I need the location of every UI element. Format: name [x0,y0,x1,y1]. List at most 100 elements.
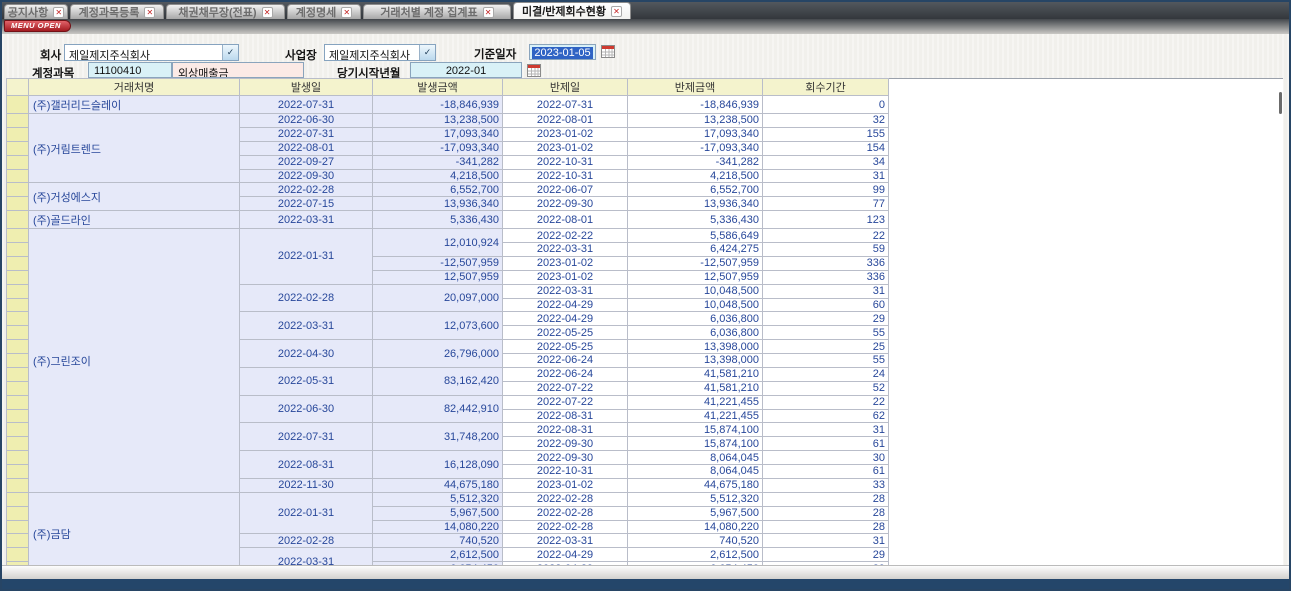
row-selector[interactable] [7,114,29,128]
occurrence-amount-cell[interactable]: -17,093,340 [373,141,503,155]
occurrence-date-cell[interactable]: 2022-01-31 [240,492,373,534]
tab-account-detail[interactable]: 계정명세 ✕ [287,4,361,19]
customer-name-cell[interactable]: (주)골드라인 [29,211,240,229]
collection-days-cell[interactable]: 33 [763,478,889,492]
occurrence-date-cell[interactable]: 2022-06-30 [240,114,373,128]
settlement-date-cell[interactable]: 2023-01-02 [503,256,628,270]
start-month-input[interactable]: 2022-01 [410,62,522,78]
row-selector[interactable] [7,520,29,534]
settlement-amount-cell[interactable]: 8,064,045 [628,451,763,465]
row-selector[interactable] [7,409,29,423]
tab-settlement-status[interactable]: 미결/반제회수현황 ✕ [513,2,631,19]
collection-days-cell[interactable]: 29 [763,548,889,562]
occurrence-date-cell[interactable]: 2022-08-31 [240,451,373,479]
occurrence-date-cell[interactable]: 2022-07-31 [240,127,373,141]
row-selector[interactable] [7,354,29,368]
base-date-input[interactable]: 2023-01-05 [529,44,596,60]
row-selector[interactable] [7,451,29,465]
customer-name-cell[interactable]: (주)금담 [29,492,240,575]
settlement-amount-cell[interactable]: 15,874,100 [628,437,763,451]
collection-days-cell[interactable]: 52 [763,381,889,395]
settlement-amount-cell[interactable]: 2,612,500 [628,548,763,562]
settlement-date-cell[interactable]: 2022-04-29 [503,548,628,562]
settlement-amount-cell[interactable]: 740,520 [628,534,763,548]
occurrence-amount-cell[interactable]: 5,336,430 [373,211,503,229]
occurrence-amount-cell[interactable]: -18,846,939 [373,96,503,114]
settlement-amount-cell[interactable]: 41,581,210 [628,367,763,381]
settlement-amount-cell[interactable]: 13,398,000 [628,340,763,354]
settlement-amount-cell[interactable]: 6,036,800 [628,312,763,326]
collection-days-cell[interactable]: 123 [763,211,889,229]
tab-close-icon[interactable]: ✕ [262,7,273,18]
settlement-amount-cell[interactable]: 41,581,210 [628,381,763,395]
row-selector[interactable] [7,423,29,437]
settlement-amount-cell[interactable]: -17,093,340 [628,141,763,155]
tab-close-icon[interactable]: ✕ [53,7,64,18]
occurrence-amount-cell[interactable]: 14,080,220 [373,520,503,534]
settlement-amount-cell[interactable]: 13,936,340 [628,197,763,211]
occurrence-date-cell[interactable]: 2022-01-31 [240,229,373,285]
settlement-date-cell[interactable]: 2022-02-22 [503,229,628,243]
collection-days-cell[interactable]: 55 [763,354,889,368]
collection-days-cell[interactable]: 77 [763,197,889,211]
settlement-date-cell[interactable]: 2022-10-31 [503,465,628,479]
tab-receivable-ledger[interactable]: 채권채무장(전표) ✕ [166,4,285,19]
settlement-date-cell[interactable]: 2023-01-02 [503,127,628,141]
occurrence-date-cell[interactable]: 2022-11-30 [240,478,373,492]
row-selector[interactable] [7,340,29,354]
settlement-amount-cell[interactable]: 10,048,500 [628,284,763,298]
occurrence-amount-cell[interactable]: 83,162,420 [373,367,503,395]
row-selector[interactable] [7,270,29,284]
occurrence-date-cell[interactable]: 2022-05-31 [240,367,373,395]
calendar-icon[interactable] [601,44,615,58]
chevron-down-icon[interactable]: ✓ [222,45,238,60]
occurrence-amount-cell[interactable]: 82,442,910 [373,395,503,423]
col-header-settlement-date[interactable]: 반제일 [503,79,628,96]
occurrence-date-cell[interactable]: 2022-02-28 [240,183,373,197]
tab-customer-account-summary[interactable]: 거래처별 계정 집계표 ✕ [363,4,511,19]
settlement-amount-cell[interactable]: 17,093,340 [628,127,763,141]
collection-days-cell[interactable]: 32 [763,114,889,128]
settlement-date-cell[interactable]: 2022-08-01 [503,114,628,128]
row-selector[interactable] [7,367,29,381]
occurrence-date-cell[interactable]: 2022-02-28 [240,284,373,312]
collection-days-cell[interactable]: 0 [763,96,889,114]
settlement-date-cell[interactable]: 2022-08-01 [503,211,628,229]
occurrence-amount-cell[interactable]: 740,520 [373,534,503,548]
row-selector[interactable] [7,492,29,506]
tab-close-icon[interactable]: ✕ [611,6,622,17]
row-selector[interactable] [7,548,29,562]
col-header-collection-days[interactable]: 회수기간 [763,79,889,96]
row-selector[interactable] [7,197,29,211]
settlement-date-cell[interactable]: 2022-08-31 [503,423,628,437]
settlement-amount-cell[interactable]: 6,036,800 [628,326,763,340]
settlement-date-cell[interactable]: 2022-07-31 [503,96,628,114]
settlement-amount-cell[interactable]: 12,507,959 [628,270,763,284]
collection-days-cell[interactable]: 61 [763,437,889,451]
collection-days-cell[interactable]: 336 [763,256,889,270]
occurrence-amount-cell[interactable]: 16,128,090 [373,451,503,479]
collection-days-cell[interactable]: 61 [763,465,889,479]
occurrence-amount-cell[interactable]: 5,512,320 [373,492,503,506]
collection-days-cell[interactable]: 55 [763,326,889,340]
occurrence-amount-cell[interactable]: 20,097,000 [373,284,503,312]
col-header-settlement-amount[interactable]: 반제금액 [628,79,763,96]
settlement-date-cell[interactable]: 2022-05-25 [503,326,628,340]
occurrence-date-cell[interactable]: 2022-03-31 [240,211,373,229]
settlement-amount-cell[interactable]: 5,336,430 [628,211,763,229]
settlement-date-cell[interactable]: 2022-08-31 [503,409,628,423]
occurrence-amount-cell[interactable]: 13,936,340 [373,197,503,211]
occurrence-amount-cell[interactable]: -341,282 [373,155,503,169]
collection-days-cell[interactable]: 31 [763,423,889,437]
collection-days-cell[interactable]: 34 [763,155,889,169]
collection-days-cell[interactable]: 30 [763,451,889,465]
occurrence-amount-cell[interactable]: -12,507,959 [373,256,503,270]
row-selector[interactable] [7,96,29,114]
col-header-occurrence-date[interactable]: 발생일 [240,79,373,96]
account-name-input[interactable]: 외상매출금 [172,62,304,78]
row-selector[interactable] [7,312,29,326]
settlement-amount-cell[interactable]: 8,064,045 [628,465,763,479]
occurrence-amount-cell[interactable]: 4,218,500 [373,169,503,183]
settlement-date-cell[interactable]: 2022-04-29 [503,298,628,312]
tab-close-icon[interactable]: ✕ [341,7,352,18]
